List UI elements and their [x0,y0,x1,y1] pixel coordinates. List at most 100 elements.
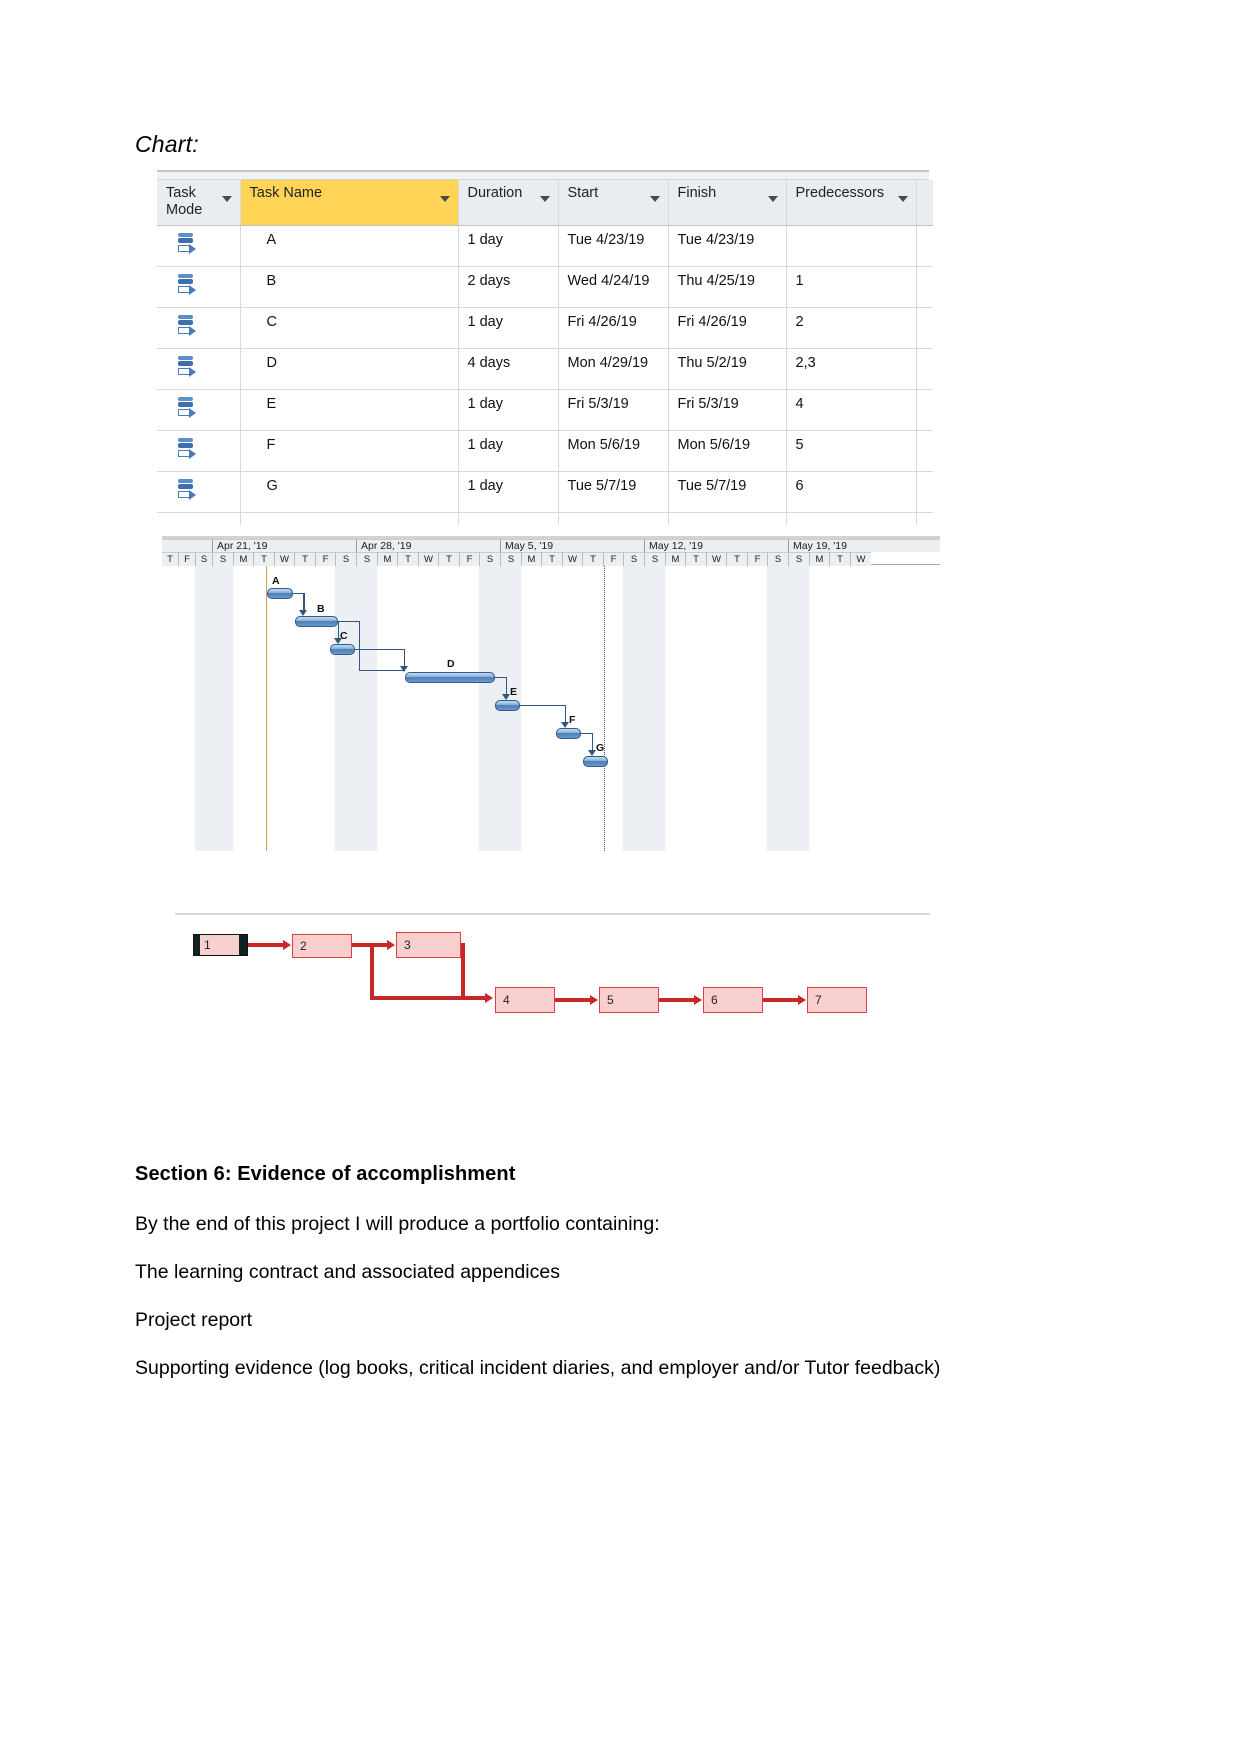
network-node-3[interactable]: 3 [396,932,461,958]
column-header-finish-label: Finish [677,185,717,201]
cell-start[interactable]: Fri 4/26/19 [558,307,669,349]
table-row[interactable]: F 1 day Mon 5/6/19 Mon 5/6/19 5 [157,430,933,472]
gantt-plot-area[interactable]: A B C D E F G [162,566,940,851]
cell-task-mode[interactable] [157,348,241,390]
column-header-predecessors[interactable]: Predecessors [786,180,917,226]
cell-task-mode[interactable] [157,430,241,472]
chevron-down-icon[interactable] [539,196,550,202]
cell-duration[interactable]: 2 days [458,266,559,308]
column-header-duration[interactable]: Duration [458,180,559,226]
table-row[interactable]: A 1 day Tue 4/23/19 Tue 4/23/19 [157,225,933,267]
cell-duration[interactable]: 1 day [458,430,559,472]
gantt-bar[interactable] [556,728,581,739]
gantt-bar[interactable] [583,756,608,767]
cell-extra [916,513,933,526]
gantt-bar-label: F [569,714,576,726]
cell-predecessors[interactable]: 1 [786,266,917,308]
table-row[interactable]: G 1 day Tue 5/7/19 Tue 5/7/19 6 [157,471,933,513]
gantt-day-cell: W [274,552,294,566]
cell-task-name[interactable]: E [240,389,459,431]
weekend-band [212,566,233,851]
gantt-day-cell: T [685,552,706,566]
cell-predecessors[interactable]: 2,3 [786,348,917,390]
cell-task-name[interactable]: D [240,348,459,390]
cell-task-mode[interactable] [157,266,241,308]
cell-finish[interactable]: Fri 5/3/19 [668,389,787,431]
table-row[interactable]: B 2 days Wed 4/24/19 Thu 4/25/19 1 [157,266,933,308]
cell-task-mode[interactable] [157,389,241,431]
cell-finish[interactable]: Fri 4/26/19 [668,307,787,349]
chevron-down-icon[interactable] [897,196,908,202]
cell-duration[interactable]: 4 days [458,348,559,390]
weekend-band [335,566,377,851]
cell-start[interactable]: Tue 4/23/19 [558,225,669,267]
cell-start[interactable]: Mon 5/6/19 [558,430,669,472]
gantt-day-cell: S [500,552,521,566]
gantt-bar[interactable] [330,644,355,655]
table-row[interactable]: D 4 days Mon 4/29/19 Thu 5/2/19 2,3 [157,348,933,390]
cell-start[interactable]: Mon 4/29/19 [558,348,669,390]
cell-predecessors[interactable] [786,225,917,267]
column-header-start[interactable]: Start [558,180,669,226]
column-header-task-name[interactable]: Task Name [240,180,459,226]
gantt-day-cell: S [767,552,788,566]
network-node-4[interactable]: 4 [495,987,555,1013]
cell-start[interactable]: Wed 4/24/19 [558,266,669,308]
cell-predecessors[interactable]: 2 [786,307,917,349]
cell-task-name[interactable]: F [240,430,459,472]
cell-task-name[interactable]: A [240,225,459,267]
table-row[interactable]: C 1 day Fri 4/26/19 Fri 4/26/19 2 [157,307,933,349]
gantt-bar[interactable] [495,700,520,711]
cell-extra [916,266,933,308]
chevron-down-icon[interactable] [767,196,778,202]
network-node-6[interactable]: 6 [703,987,763,1013]
gantt-bar[interactable] [267,588,293,599]
cell-duration[interactable]: 1 day [458,471,559,513]
cell-predecessors[interactable]: 4 [786,389,917,431]
chevron-down-icon[interactable] [649,196,660,202]
chevron-down-icon[interactable] [439,196,450,202]
cell-task-mode[interactable] [157,471,241,513]
section-paragraph: Project report [135,1309,253,1331]
cell-predecessors[interactable]: 5 [786,430,917,472]
table-row[interactable]: E 1 day Fri 5/3/19 Fri 5/3/19 4 [157,389,933,431]
network-node-7[interactable]: 7 [807,987,867,1013]
gantt-bar[interactable] [295,616,338,627]
cell-task-mode[interactable] [157,225,241,267]
column-header-finish[interactable]: Finish [668,180,787,226]
cell-duration [458,512,559,525]
table-row-empty[interactable] [157,512,933,526]
chevron-down-icon[interactable] [221,196,232,202]
cell-finish[interactable]: Thu 4/25/19 [668,266,787,308]
gantt-day-cell: T [541,552,562,566]
cell-predecessors[interactable]: 6 [786,471,917,513]
cell-task-name[interactable]: C [240,307,459,349]
column-header-extra [916,180,933,226]
cell-finish[interactable]: Tue 4/23/19 [668,225,787,267]
gantt-bar[interactable] [405,672,495,683]
project-task-table: Task Mode Task Name Duration Start Finis… [157,170,933,525]
network-node-1[interactable]: 1 [193,934,248,956]
network-diagram[interactable]: 1 2 3 4 5 6 7 [175,905,930,1095]
network-node-5[interactable]: 5 [599,987,659,1013]
gantt-day-cell: M [665,552,685,566]
gantt-day-cell: M [521,552,541,566]
gantt-link-arrow [400,666,408,672]
cell-start[interactable]: Fri 5/3/19 [558,389,669,431]
cell-start[interactable]: Tue 5/7/19 [558,471,669,513]
cell-duration[interactable]: 1 day [458,307,559,349]
section-heading: Section 6: Evidence of accomplishment [135,1163,516,1185]
cell-finish[interactable]: Thu 5/2/19 [668,348,787,390]
gantt-chart[interactable]: Apr 21, '19 Apr 28, '19 May 5, '19 May 1… [162,536,940,851]
cell-task-mode[interactable] [157,307,241,349]
cell-finish[interactable]: Mon 5/6/19 [668,430,787,472]
cell-duration[interactable]: 1 day [458,225,559,267]
network-edge-arrow [387,940,395,950]
network-node-2[interactable]: 2 [292,934,352,958]
cell-task-name[interactable]: G [240,471,459,513]
gantt-day-cell: S [644,552,665,566]
cell-duration[interactable]: 1 day [458,389,559,431]
column-header-task-mode[interactable]: Task Mode [157,180,241,226]
cell-finish[interactable]: Tue 5/7/19 [668,471,787,513]
cell-task-name[interactable]: B [240,266,459,308]
